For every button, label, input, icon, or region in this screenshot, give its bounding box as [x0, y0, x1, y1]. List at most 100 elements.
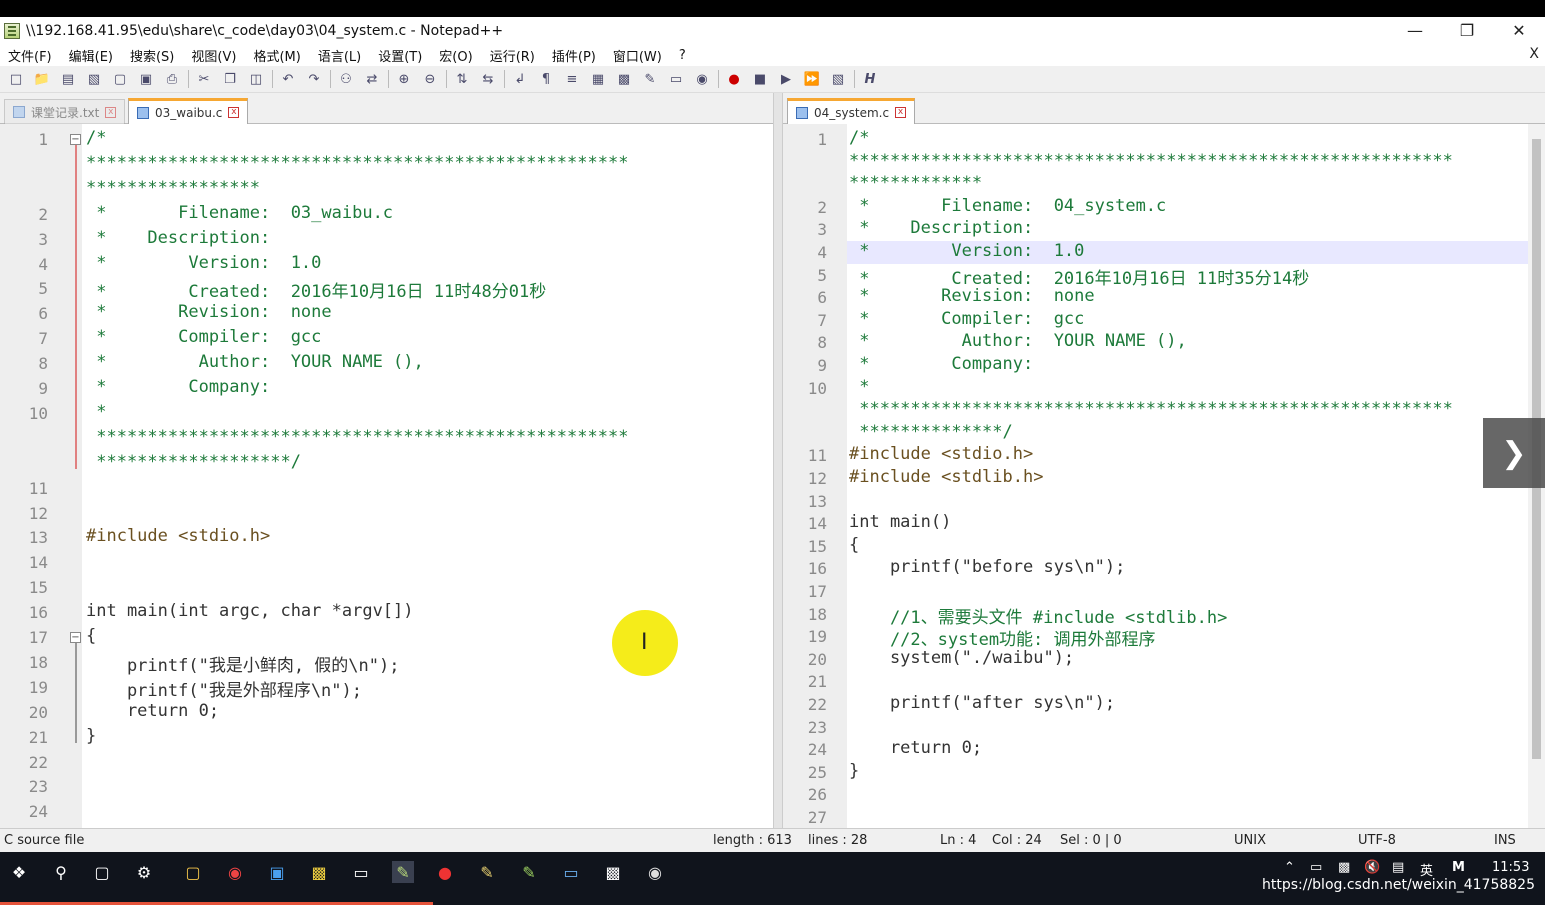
monitor-icon[interactable]: ▭	[666, 70, 686, 88]
doc-map-icon[interactable]: ▦	[588, 70, 608, 88]
menu-run[interactable]: 运行(R)	[490, 46, 535, 65]
save-macro-icon[interactable]: ▧	[828, 70, 848, 88]
line-number: 1	[38, 130, 48, 149]
close-document-button[interactable]: X	[1529, 46, 1539, 62]
windows-start-icon[interactable]: ❖	[8, 861, 30, 883]
eye-icon[interactable]: ◉	[692, 70, 712, 88]
show-all-chars-icon[interactable]: ¶	[536, 70, 556, 88]
code-line: * Company:	[849, 354, 1034, 374]
new-file-icon[interactable]: □	[6, 70, 26, 88]
code-line: /*	[86, 128, 107, 148]
menu-search[interactable]: 搜索(S)	[130, 46, 174, 65]
play-macro-icon[interactable]: ▶	[776, 70, 796, 88]
remote-desktop-icon[interactable]: ▭	[560, 861, 582, 883]
fold-toggle-icon[interactable]: −	[70, 134, 81, 145]
line-number: 7	[38, 329, 48, 349]
hex-editor-icon[interactable]: H	[860, 70, 880, 88]
next-arrow-icon[interactable]: ❯	[1483, 418, 1545, 488]
fold-toggle-icon[interactable]: −	[70, 632, 81, 643]
close-file-icon[interactable]: ▢	[110, 70, 130, 88]
zoom-in-icon[interactable]: ⊕	[394, 70, 414, 88]
chevron-up-icon[interactable]: ⌃	[1284, 860, 1295, 875]
file-type: C source file	[4, 833, 85, 848]
line-number: 14	[807, 514, 827, 534]
code-editor-left[interactable]: /* **************************************…	[82, 124, 773, 828]
zoom-out-icon[interactable]: ⊖	[420, 70, 440, 88]
tab-close-icon[interactable]: x	[105, 106, 117, 118]
app-yellow-icon[interactable]: ▩	[308, 861, 330, 883]
menu-settings[interactable]: 设置(T)	[378, 46, 422, 65]
battery-icon[interactable]: ▭	[1310, 860, 1322, 875]
save-all-icon[interactable]: ▧	[84, 70, 104, 88]
file-explorer-icon[interactable]: ▢	[182, 861, 204, 883]
open-folder-icon[interactable]: 📁	[32, 70, 52, 88]
menu-help[interactable]: ?	[679, 48, 686, 63]
sync-vertical-icon[interactable]: ⇅	[452, 70, 472, 88]
encoding[interactable]: UTF-8	[1358, 833, 1396, 848]
print-icon[interactable]: ⎙	[162, 70, 182, 88]
settings-icon[interactable]: ⚙	[133, 861, 155, 883]
folder-workspace-icon[interactable]: ✎	[640, 70, 660, 88]
tab-close-icon[interactable]: x	[228, 107, 240, 118]
task-view-icon[interactable]: ▢	[91, 861, 113, 883]
app-blue-icon[interactable]: ▣	[266, 861, 288, 883]
record-macro-icon[interactable]: ●	[724, 70, 744, 88]
code-editor-right[interactable]: /* **************************************…	[847, 124, 1528, 828]
replace-icon[interactable]: ⇄	[362, 70, 382, 88]
menu-file[interactable]: 文件(F)	[8, 46, 52, 65]
copy-icon[interactable]: ❐	[220, 70, 240, 88]
stop-macro-icon[interactable]: ■	[750, 70, 770, 88]
app-red-icon[interactable]: ●	[434, 861, 456, 883]
menu-plugins[interactable]: 插件(P)	[552, 46, 596, 65]
find-icon[interactable]: ⚇	[336, 70, 356, 88]
function-list-icon[interactable]: ▩	[614, 70, 634, 88]
sync-horizontal-icon[interactable]: ⇆	[478, 70, 498, 88]
run-macro-multiple-icon[interactable]: ⏩	[802, 70, 822, 88]
tab-03-waibu-c[interactable]: 03_waibu.c x	[128, 98, 249, 124]
search-icon[interactable]: ⚲	[50, 861, 72, 883]
eol-format[interactable]: UNIX	[1234, 833, 1266, 848]
notepadpp-taskbar-icon[interactable]: ✎	[392, 861, 414, 883]
code-line: printf("我是外部程序\n");	[86, 680, 362, 701]
restore-button[interactable]: ❐	[1441, 17, 1493, 44]
menu-macro[interactable]: 宏(O)	[439, 46, 472, 65]
notification-icon[interactable]: ▤	[1392, 860, 1404, 875]
line-number: 24	[807, 740, 827, 760]
tab-notes-txt[interactable]: 课堂记录.txt x	[4, 99, 126, 124]
menu-view[interactable]: 视图(V)	[191, 46, 236, 65]
line-number: 25	[807, 762, 827, 782]
line-number: 18	[807, 604, 827, 624]
terminal-icon[interactable]: ▩	[602, 861, 624, 883]
save-icon[interactable]: ▤	[58, 70, 78, 88]
paste-icon[interactable]: ◫	[246, 70, 266, 88]
app-green-icon[interactable]: ✎	[518, 861, 540, 883]
undo-icon[interactable]: ↶	[278, 70, 298, 88]
menu-language[interactable]: 语言(L)	[318, 46, 361, 65]
clock[interactable]: 11:53	[1492, 860, 1529, 875]
network-icon[interactable]: ▩	[1338, 860, 1350, 875]
tab-close-icon[interactable]: x	[895, 107, 907, 118]
code-line: ****************************************…	[86, 152, 629, 173]
insert-mode[interactable]: INS	[1494, 833, 1516, 848]
indent-guide-icon[interactable]: ≡	[562, 70, 582, 88]
pane-splitter[interactable]	[773, 93, 783, 828]
volume-muted-icon[interactable]: 🔇	[1364, 860, 1380, 875]
menu-edit[interactable]: 编辑(E)	[69, 46, 113, 65]
ime-mode-icon[interactable]: M	[1452, 860, 1465, 875]
app-misc-icon[interactable]: ◉	[644, 861, 666, 883]
save-state-icon	[796, 106, 808, 119]
close-all-icon[interactable]: ▣	[136, 70, 156, 88]
line-number: 22	[807, 695, 827, 714]
menu-window[interactable]: 窗口(W)	[613, 46, 662, 65]
chrome-icon[interactable]: ◉	[224, 861, 246, 883]
cut-icon[interactable]: ✂	[194, 70, 214, 88]
close-button[interactable]: ✕	[1493, 17, 1545, 44]
app-notes-icon[interactable]: ✎	[476, 861, 498, 883]
word-wrap-icon[interactable]: ↲	[510, 70, 530, 88]
menu-format[interactable]: 格式(M)	[253, 46, 300, 65]
app-window-icon[interactable]: ▭	[350, 861, 372, 883]
tab-04-system-c[interactable]: 04_system.c x	[787, 98, 916, 124]
minimize-button[interactable]: —	[1389, 17, 1441, 44]
redo-icon[interactable]: ↷	[304, 70, 324, 88]
line-number: 4	[38, 254, 48, 274]
